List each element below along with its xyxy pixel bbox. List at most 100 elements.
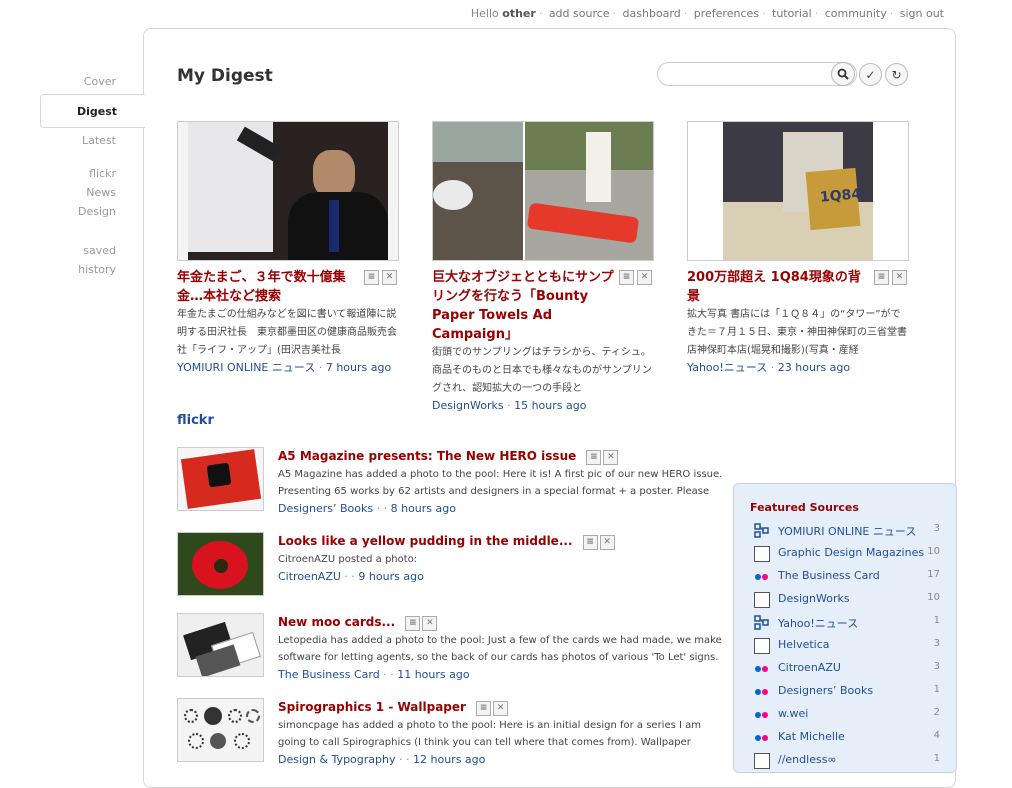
- box-icon: [754, 753, 770, 769]
- tab-cover[interactable]: Cover: [40, 70, 144, 94]
- featured-source-item[interactable]: //endless∞ 1: [754, 752, 944, 770]
- featured-source-name[interactable]: YOMIURI ONLINE ニュース: [778, 523, 916, 539]
- story-source-link[interactable]: DesignWorks: [432, 399, 504, 412]
- item-thumbnail[interactable]: [177, 532, 264, 596]
- featured-source-item[interactable]: w.wei 2: [754, 706, 944, 724]
- section-title-flickr[interactable]: flickr: [177, 413, 214, 428]
- flickr-icon: [754, 661, 770, 677]
- featured-source-name[interactable]: Helvetica: [778, 638, 830, 651]
- featured-source-item[interactable]: Yahoo!ニュース 1: [754, 614, 944, 632]
- item-title[interactable]: New moo cards... ≡ ✕: [278, 613, 723, 632]
- item-snippet: CitroenAZU posted a photo:: [278, 553, 418, 565]
- refresh-button[interactable]: ↻: [885, 63, 908, 86]
- preferences-link[interactable]: preferences: [694, 7, 759, 20]
- featured-source-name[interactable]: DesignWorks: [778, 592, 850, 605]
- featured-source-item[interactable]: DesignWorks 10: [754, 591, 944, 609]
- item-title[interactable]: A5 Magazine presents: The New HERO issue…: [278, 447, 723, 466]
- close-icon[interactable]: ✕: [382, 270, 397, 285]
- close-icon[interactable]: ✕: [892, 270, 907, 285]
- flickr-icon: [754, 569, 770, 585]
- item-title[interactable]: Spirographics 1 - Wallpaper ≡ ✕: [278, 698, 723, 717]
- story-headline[interactable]: 年金たまご、３年で数十億集金…本社など捜索 ≡ ✕: [177, 268, 399, 306]
- story-time[interactable]: 23 hours ago: [778, 361, 850, 374]
- featured-source-item[interactable]: Kat Michelle 4: [754, 729, 944, 747]
- item-source-link[interactable]: Designers’ Books: [278, 502, 373, 515]
- item-source-link[interactable]: CitroenAZU: [278, 570, 341, 583]
- left-nav: Cover Digest Latest flickr News Design s…: [40, 70, 145, 279]
- story-thumbnail[interactable]: 1Q84: [687, 121, 909, 261]
- story-source-link[interactable]: Yahoo!ニュース: [687, 361, 767, 374]
- featured-source-item[interactable]: Designers’ Books 1: [754, 683, 944, 701]
- featured-source-item[interactable]: YOMIURI ONLINE ニュース 3: [754, 522, 944, 540]
- featured-source-count: 1: [933, 684, 940, 695]
- featured-source-item[interactable]: Graphic Design Magazines 10: [754, 545, 944, 563]
- story-snippet: 拡大写真 書店には「１Ｑ８４」の“タワー”ができた＝７月１５日、東京・神田神保町…: [687, 309, 907, 356]
- dashboard-link[interactable]: dashboard: [623, 7, 681, 20]
- featured-source-count: 3: [933, 638, 940, 649]
- close-icon[interactable]: ✕: [422, 615, 438, 631]
- nav-group-flickr[interactable]: flickr: [40, 164, 144, 183]
- item-thumbnail[interactable]: [177, 698, 264, 762]
- story-headline[interactable]: 200万部超え 1Q84現象の背景 ≡ ✕: [687, 268, 909, 306]
- nav-saved[interactable]: saved: [40, 241, 144, 260]
- save-icon[interactable]: ≡: [619, 270, 634, 285]
- featured-source-name[interactable]: Yahoo!ニュース: [778, 615, 858, 631]
- sign-out-link[interactable]: sign out: [900, 7, 944, 20]
- story-thumbnail[interactable]: [432, 121, 654, 261]
- save-icon[interactable]: ≡: [874, 270, 889, 285]
- save-icon[interactable]: ≡: [582, 534, 598, 550]
- search-button[interactable]: [831, 62, 855, 86]
- close-icon[interactable]: ✕: [599, 534, 615, 550]
- item-time[interactable]: 9 hours ago: [358, 570, 423, 583]
- item-title[interactable]: Looks like a yellow pudding in the middl…: [278, 532, 723, 551]
- featured-source-name[interactable]: Kat Michelle: [778, 730, 845, 743]
- featured-source-name[interactable]: Designers’ Books: [778, 684, 873, 697]
- search-input[interactable]: [657, 62, 857, 86]
- username[interactable]: other: [502, 7, 536, 20]
- story-card: 1Q84 200万部超え 1Q84現象の背景 ≡ ✕ 拡大写真 書店には「１Ｑ８…: [687, 121, 909, 376]
- close-icon[interactable]: ✕: [493, 700, 509, 716]
- save-icon[interactable]: ≡: [476, 700, 492, 716]
- community-link[interactable]: community: [825, 7, 887, 20]
- featured-source-name[interactable]: The Business Card: [778, 569, 880, 582]
- featured-source-item[interactable]: CitroenAZU 3: [754, 660, 944, 678]
- item-source-link[interactable]: Design & Typography: [278, 753, 396, 766]
- featured-source-name[interactable]: CitroenAZU: [778, 661, 841, 674]
- close-icon[interactable]: ✕: [603, 449, 619, 465]
- feed-icon: [754, 615, 770, 631]
- story-headline[interactable]: 巨大なオブジェとともにサンプリングを行なう「Bounty Paper Towel…: [432, 268, 654, 344]
- save-icon[interactable]: ≡: [405, 615, 421, 631]
- item-time[interactable]: 12 hours ago: [413, 753, 485, 766]
- featured-source-name[interactable]: Graphic Design Magazines: [778, 546, 924, 559]
- item-time[interactable]: 8 hours ago: [391, 502, 456, 515]
- story-time[interactable]: 15 hours ago: [514, 399, 586, 412]
- featured-source-item[interactable]: The Business Card 17: [754, 568, 944, 586]
- save-icon[interactable]: ≡: [364, 270, 379, 285]
- greeting: Hello: [470, 7, 499, 20]
- item-source-link[interactable]: The Business Card: [278, 668, 380, 681]
- story-card: 巨大なオブジェとともにサンプリングを行なう「Bounty Paper Towel…: [432, 121, 654, 414]
- close-icon[interactable]: ✕: [637, 270, 652, 285]
- story-time[interactable]: 7 hours ago: [326, 361, 391, 374]
- featured-source-name[interactable]: //endless∞: [778, 753, 837, 766]
- story-source-link[interactable]: YOMIURI ONLINE ニュース: [177, 361, 315, 374]
- tutorial-link[interactable]: tutorial: [772, 7, 812, 20]
- featured-source-count: 1: [933, 753, 940, 764]
- tab-latest[interactable]: Latest: [40, 128, 144, 154]
- tab-digest[interactable]: Digest: [40, 94, 145, 128]
- item-thumbnail[interactable]: [177, 447, 264, 511]
- nav-history[interactable]: history: [40, 260, 144, 279]
- featured-source-count: 3: [933, 523, 940, 534]
- item-time[interactable]: 11 hours ago: [397, 668, 469, 681]
- story-card: 年金たまご、３年で数十億集金…本社など捜索 ≡ ✕ 年金たまごの仕組みなどを図に…: [177, 121, 399, 376]
- story-thumbnail[interactable]: [177, 121, 399, 261]
- featured-source-name[interactable]: w.wei: [778, 707, 808, 720]
- mark-read-button[interactable]: ✓: [859, 63, 882, 86]
- item-thumbnail[interactable]: [177, 613, 264, 677]
- nav-group-design[interactable]: Design: [40, 202, 144, 221]
- nav-group-news[interactable]: News: [40, 183, 144, 202]
- featured-source-item[interactable]: Helvetica 3: [754, 637, 944, 655]
- save-icon[interactable]: ≡: [586, 449, 602, 465]
- featured-sources-title: Featured Sources: [750, 501, 859, 514]
- add-source-link[interactable]: add source: [549, 7, 610, 20]
